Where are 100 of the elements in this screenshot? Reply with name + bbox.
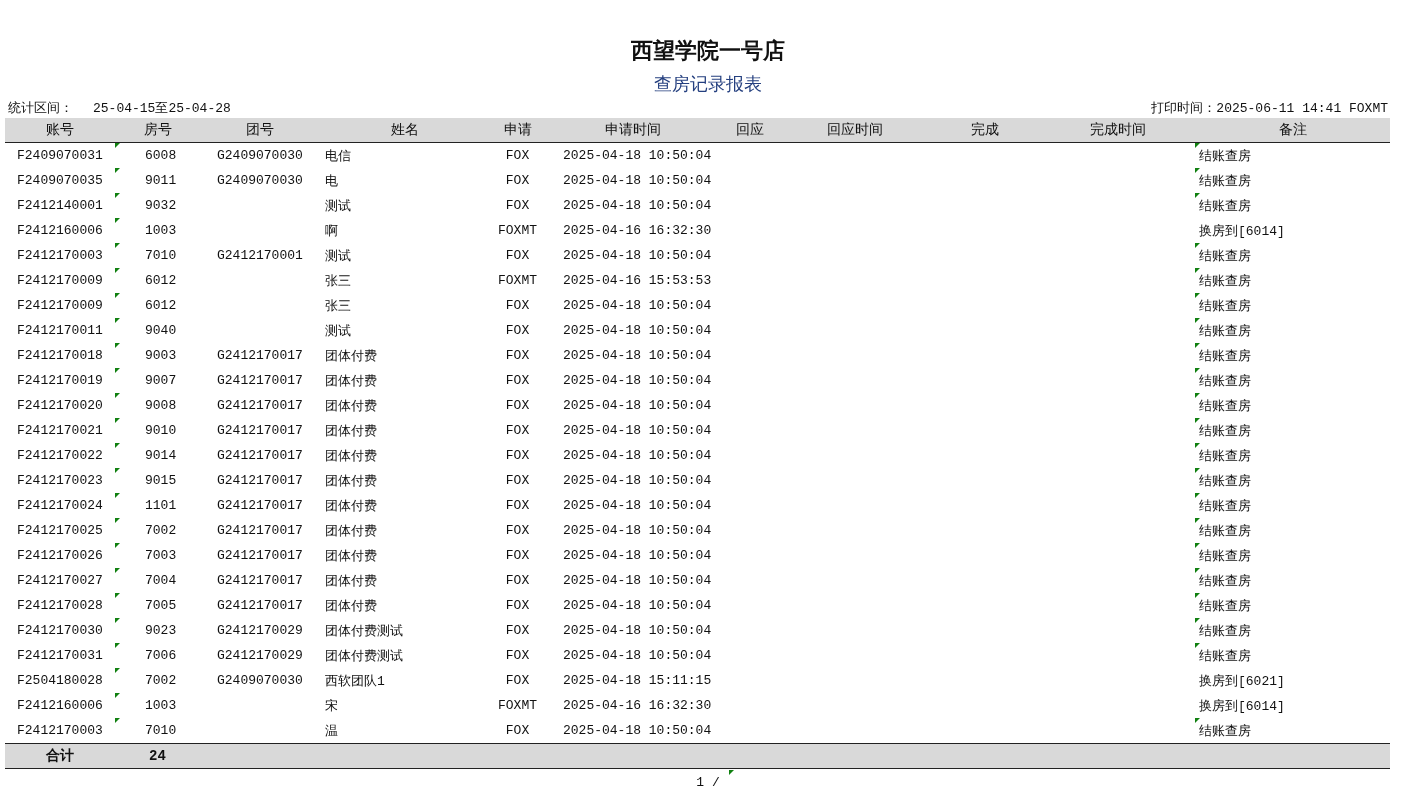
table-cell-text: FOX — [504, 297, 531, 315]
table-cell-text: 测试 — [324, 322, 352, 341]
column-header: 完成 — [970, 121, 1000, 139]
table-cell: 6008 — [115, 143, 200, 168]
comment-marker-icon — [1195, 293, 1200, 298]
table-cell-text: 2025-04-18 10:50:04 — [562, 172, 713, 190]
table-cell-text: FOX — [504, 497, 531, 515]
column-header: 申请时间 — [603, 121, 662, 139]
table-cell-text: 电 — [324, 172, 339, 191]
table-cell-text: G2412170017 — [216, 547, 304, 565]
table-cell: 9040 — [115, 318, 200, 343]
comment-marker-icon — [1195, 718, 1200, 723]
column-header: 回应 — [735, 121, 765, 139]
table-cell-text: G2412170017 — [216, 422, 304, 440]
table-cell-text: 团体付费 — [324, 372, 378, 391]
table-cell-text: G2412170017 — [216, 447, 304, 465]
table-cell: 结账查房 — [1195, 593, 1390, 618]
table-cell-text: 团体付费 — [324, 347, 378, 366]
table-cell: 9015 — [115, 468, 200, 493]
column-header: 姓名 — [390, 121, 420, 139]
table-cell-text: FOX — [504, 547, 531, 565]
table-cell-text: FOX — [504, 597, 531, 615]
table-cell-text: FOX — [504, 347, 531, 365]
table-cell-text: G2409070030 — [216, 147, 304, 165]
table-cell-text: F2412170020 — [16, 397, 104, 415]
comment-marker-icon — [1195, 618, 1200, 623]
table-cell-text: G2412170029 — [216, 647, 304, 665]
table-cell: 结账查房 — [1195, 543, 1390, 568]
table-cell: 结账查房 — [1195, 168, 1390, 193]
period-label: 统计区间： — [8, 100, 73, 117]
table-cell-text: 2025-04-18 10:50:04 — [562, 197, 713, 215]
table-cell: 结账查房 — [1195, 718, 1390, 743]
table-cell-text: FOX — [504, 372, 531, 390]
table-cell-text: G2409070030 — [216, 172, 304, 190]
column-header: 申请 — [502, 121, 533, 139]
table-cell-text: 团体付费 — [324, 597, 378, 616]
table-cell-text: 2025-04-18 10:50:04 — [562, 497, 713, 515]
comment-marker-icon — [1195, 193, 1200, 198]
comment-marker-icon — [1195, 518, 1200, 523]
table-cell-text: 2025-04-18 10:50:04 — [562, 297, 713, 315]
table-cell: 7010 — [115, 243, 200, 268]
table-cell: 结账查房 — [1195, 368, 1390, 393]
table-cell-text: 团体付费 — [324, 422, 378, 441]
table-cell-text: 2025-04-18 10:50:04 — [562, 397, 713, 415]
table-cell-text: F2504180028 — [16, 672, 104, 690]
table-cell-text: FOX — [504, 647, 531, 665]
table-cell: 9010 — [115, 418, 200, 443]
table-cell-text: 2025-04-18 10:50:04 — [562, 422, 713, 440]
period-value: 25-04-15至25-04-28 — [93, 100, 231, 117]
table-cell-text: 团体付费 — [324, 447, 378, 466]
table-cell: 结账查房 — [1195, 193, 1390, 218]
table-cell-text: 张三 — [324, 297, 352, 316]
table-cell-text: 团体付费测试 — [324, 622, 404, 641]
table-cell-text: FOXMT — [497, 272, 538, 290]
comment-marker-icon — [1195, 568, 1200, 573]
comment-marker-icon — [1195, 443, 1200, 448]
table-cell-text: G2412170017 — [216, 522, 304, 540]
table-cell-text: 换房到[6014] — [1198, 222, 1286, 241]
table-cell-text: F2412170018 — [16, 347, 104, 365]
table-cell: 结账查房 — [1195, 143, 1390, 168]
table-cell-text: 西软团队1 — [324, 672, 386, 691]
table-cell: 结账查房 — [1195, 518, 1390, 543]
comment-marker-icon — [1195, 268, 1200, 273]
table-cell: 结账查房 — [1195, 243, 1390, 268]
report-title: 西望学院一号店 — [631, 36, 785, 65]
table-cell-text: 团体付费 — [324, 522, 378, 541]
comment-marker-icon — [1195, 143, 1200, 148]
table-cell-text: 张三 — [324, 272, 352, 291]
table-cell: 结账查房 — [1195, 443, 1390, 468]
table-cell-text: F2412170023 — [16, 472, 104, 490]
table-cell-text: 2025-04-18 10:50:04 — [562, 347, 713, 365]
table-cell-text: 测试 — [324, 247, 352, 266]
table-cell: 6012 — [115, 268, 200, 293]
table-cell-text: G2412170017 — [216, 497, 304, 515]
table-cell: 结账查房 — [1195, 293, 1390, 318]
table-cell-text: 2025-04-16 15:53:53 — [562, 272, 713, 290]
table-cell-text: FOX — [504, 622, 531, 640]
table-cell: 7002 — [115, 668, 200, 693]
table-cell-text: 2025-04-18 10:50:04 — [562, 322, 713, 340]
table-cell: 7010 — [115, 718, 200, 743]
table-cell: 7004 — [115, 568, 200, 593]
table-cell-text: 团体付费测试 — [324, 647, 404, 666]
table-cell-text: 2025-04-18 10:50:04 — [562, 597, 713, 615]
table-cell-text: FOX — [504, 422, 531, 440]
table-cell: 结账查房 — [1195, 618, 1390, 643]
table-cell: 7006 — [115, 643, 200, 668]
table-cell-text: 2025-04-18 10:50:04 — [562, 522, 713, 540]
comment-marker-icon — [1195, 468, 1200, 473]
column-header: 备注 — [1277, 121, 1308, 139]
table-cell-text: 2025-04-18 10:50:04 — [562, 722, 713, 740]
table-cell: 7002 — [115, 518, 200, 543]
table-cell-text: 团体付费 — [324, 497, 378, 516]
table-cell-text: F2412170003 — [16, 722, 104, 740]
comment-marker-icon — [1195, 593, 1200, 598]
table-cell-text: 团体付费 — [324, 397, 378, 416]
table-cell-text: FOX — [504, 722, 531, 740]
table-cell-text: FOX — [504, 197, 531, 215]
table-cell-text: F2412170011 — [16, 322, 104, 340]
table-cell-text: 2025-04-18 10:50:04 — [562, 372, 713, 390]
comment-marker-icon — [1195, 243, 1200, 248]
